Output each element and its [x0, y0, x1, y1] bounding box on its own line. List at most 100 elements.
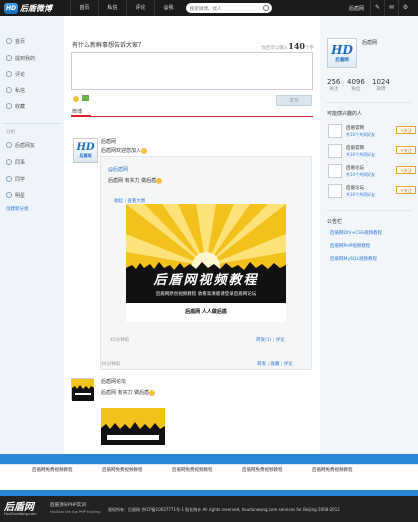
- smile-emoji-icon: [141, 147, 148, 154]
- char-counter: 你还可以输入140个字: [261, 41, 314, 51]
- repost-time: 45分钟前: [110, 338, 130, 343]
- tab-weibo[interactable]: 微博: [72, 108, 82, 115]
- follow-button[interactable]: +关注: [396, 126, 416, 134]
- logo-text: 后盾微博: [20, 3, 52, 13]
- post-textarea[interactable]: [71, 52, 313, 90]
- topbar-username[interactable]: 后盾网: [349, 5, 364, 12]
- left-sidebar: 首页 提到我的 评论 私信 收藏 分组 后盾网友 同事 同学 明星 创建新分组: [0, 16, 64, 454]
- sidebar-item-label: 评论: [15, 71, 26, 78]
- post-time: 44分钟前: [101, 362, 121, 367]
- sidebar-item-messages[interactable]: 私信: [6, 85, 25, 95]
- repost-actions: 转发(1) | 评论: [256, 338, 285, 343]
- profile-name[interactable]: 后盾网: [362, 39, 377, 46]
- repost-forward-link[interactable]: 转发(1): [256, 338, 271, 343]
- repost-author[interactable]: @后盾网: [108, 166, 128, 173]
- stat-value: 1024: [372, 78, 390, 86]
- recommend-name[interactable]: 后盾官网: [346, 125, 364, 131]
- stat-followers[interactable]: 4096 粉丝: [347, 78, 365, 92]
- sidebar-group-classmates[interactable]: 同学: [6, 174, 25, 184]
- post-image[interactable]: [101, 408, 165, 452]
- post-image[interactable]: 后盾网视频教程 后盾网原创视频教程 收看高清版请登录后盾网论坛 后盾网 人人做后…: [126, 204, 286, 322]
- bottom-bar: 后盾网 HouDunWang.com 后盾顶尖PHP实训 HouDun the …: [0, 496, 418, 522]
- create-group-link[interactable]: 创建新分组: [6, 206, 29, 212]
- follow-button[interactable]: +关注: [396, 146, 416, 154]
- nav-messages[interactable]: 私信: [98, 0, 126, 16]
- sidebar-item-home[interactable]: 首页: [6, 36, 25, 46]
- recommend-mutual[interactable]: 共10个共同好友: [346, 192, 375, 198]
- divider: [326, 210, 412, 211]
- sidebar-item-favorites[interactable]: 收藏: [6, 101, 25, 111]
- gear-icon[interactable]: ⚙: [398, 0, 412, 16]
- comment-link[interactable]: 评论: [284, 362, 293, 367]
- footer-link[interactable]: 后盾网免费视频教程: [172, 467, 213, 473]
- recommend-mutual[interactable]: 共10个共同好友: [346, 132, 375, 138]
- post-text-content: 后盾网 有实力 做后盾: [101, 390, 150, 396]
- search-icon[interactable]: [263, 5, 269, 11]
- avatar[interactable]: HD 后盾网: [73, 138, 98, 163]
- recommend-name[interactable]: 后盾论坛: [346, 185, 364, 191]
- sidebar-item-comments[interactable]: 评论: [6, 69, 25, 79]
- notice-item[interactable]: 后盾网PHP视频教程: [330, 243, 370, 249]
- recommend-mutual[interactable]: 共10个共同好友: [346, 152, 375, 158]
- avatar[interactable]: [328, 124, 342, 138]
- sidebar-item-mentions[interactable]: 提到我的: [6, 53, 35, 63]
- image-upload-icon[interactable]: [82, 95, 89, 101]
- avatar[interactable]: [328, 164, 342, 178]
- logo-mark: HD: [4, 2, 18, 14]
- footer-link[interactable]: 后盾网免费视频教程: [32, 467, 73, 473]
- publish-button[interactable]: 发布: [276, 95, 312, 106]
- stat-posts[interactable]: 1024 微博: [372, 78, 390, 92]
- avatar[interactable]: [328, 144, 342, 158]
- notice-item[interactable]: 后盾网MySQL视频教程: [330, 256, 377, 262]
- footer-link[interactable]: 后盾网免费视频教程: [102, 467, 143, 473]
- nav-mentions[interactable]: @我: [154, 0, 182, 16]
- post-author[interactable]: 后盾网论坛: [101, 378, 126, 385]
- tab-active-indicator: [71, 115, 91, 117]
- stat-following[interactable]: 256 关注: [327, 78, 340, 92]
- main-nav: 首页 私信 评论 @我: [70, 0, 182, 16]
- sidebar-item-label: 提到我的: [15, 55, 36, 62]
- recommend-name[interactable]: 后盾论坛: [346, 165, 364, 171]
- post-author[interactable]: 后盾网: [101, 138, 116, 145]
- notice-title: 公告栏: [327, 219, 343, 225]
- follow-button[interactable]: +关注: [396, 186, 416, 194]
- divider: [326, 102, 412, 103]
- at-icon: [6, 55, 12, 61]
- sidebar-group-stars[interactable]: 明星: [6, 190, 25, 200]
- footer-logo: 后盾网: [4, 502, 34, 513]
- avatar[interactable]: [328, 184, 342, 198]
- group-icon: [6, 142, 12, 148]
- recommend-name[interactable]: 后盾官网: [346, 145, 364, 151]
- notice-item[interactable]: 后盾网DIV+CSS视频教程: [330, 230, 382, 236]
- mail-icon[interactable]: ✉: [384, 0, 398, 16]
- nav-home[interactable]: 首页: [70, 0, 98, 16]
- group-icon: [6, 176, 12, 182]
- sidebar-item-label: 明星: [15, 192, 26, 199]
- star-icon: [6, 103, 12, 109]
- footer-link[interactable]: 后盾网免费视频教程: [242, 467, 283, 473]
- footer-link[interactable]: 后盾网免费视频教程: [312, 467, 353, 473]
- tab-divider: [71, 116, 313, 117]
- recommend-mutual[interactable]: 共10个共同好友: [346, 172, 375, 178]
- follow-button[interactable]: +关注: [396, 166, 416, 174]
- forward-link[interactable]: 转发: [257, 362, 266, 367]
- stat-value: 4096: [347, 78, 365, 86]
- sidebar-group-colleagues[interactable]: 同事: [6, 157, 25, 167]
- emoji-icon[interactable]: [73, 96, 79, 102]
- favorite-link[interactable]: 收藏: [270, 362, 279, 367]
- footer-slogan-sub: HouDun the top PHP training: [50, 510, 101, 514]
- site-logo[interactable]: HD 后盾微博: [4, 2, 52, 14]
- main-feed: 有什么新鲜事想告诉大家？ 你还可以输入140个字 发布 微博 HD 后盾网 后盾…: [64, 16, 320, 462]
- avatar[interactable]: [71, 378, 94, 401]
- repost-comment-link[interactable]: 评论: [276, 338, 285, 343]
- repost-text-content: 后盾网 有实力 做后盾: [108, 178, 157, 184]
- footer-logo-sub: HouDunWang.com: [4, 512, 37, 516]
- edit-icon[interactable]: ✎: [370, 0, 384, 16]
- nav-comments[interactable]: 评论: [126, 0, 154, 16]
- search-input[interactable]: [186, 3, 258, 13]
- profile-avatar[interactable]: HD 后盾网: [327, 38, 357, 68]
- post-text-content: 后盾网欢迎您加入: [101, 148, 142, 154]
- sidebar-group-friends[interactable]: 后盾网友: [6, 140, 35, 150]
- banner-bottom: 后盾网 人人做后盾: [126, 303, 286, 322]
- collapse-link[interactable]: 收起: [114, 199, 123, 204]
